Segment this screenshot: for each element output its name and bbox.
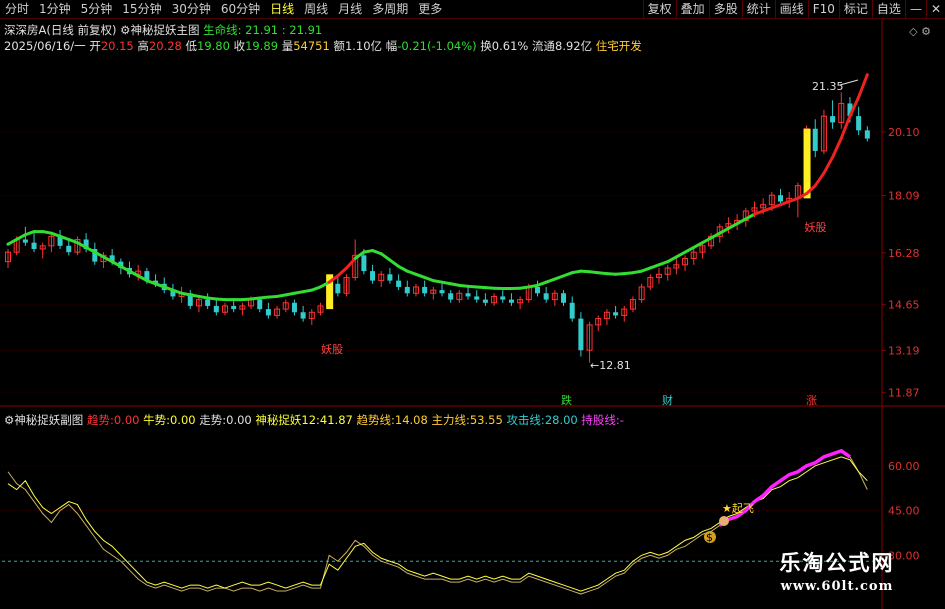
sub-line-1	[7, 456, 868, 592]
candle-body	[361, 255, 367, 272]
coin-icon-text: $	[706, 531, 713, 544]
candle-body	[508, 299, 514, 303]
candle-body	[257, 299, 263, 310]
candle-body	[439, 290, 445, 294]
watermark-title: 乐淘公式网	[779, 551, 895, 575]
sub-y-axis-label: 45.00	[888, 505, 920, 518]
y-axis-label: 18.09	[888, 190, 920, 203]
life-line-segment	[345, 256, 357, 270]
candle-body	[213, 305, 219, 313]
die-marker: 跌	[561, 393, 572, 407]
candle-body	[569, 302, 575, 319]
candle-body	[370, 271, 376, 281]
candle-body	[864, 130, 870, 139]
candle-body	[578, 318, 584, 351]
candle-body	[335, 283, 341, 294]
yao-label-2: 妖股	[805, 220, 827, 234]
watermark: 乐淘公式网 www.60lt.com	[751, 547, 923, 605]
high-mark-label: 21.35	[812, 80, 844, 93]
candle-body	[66, 245, 72, 253]
candle-body	[265, 309, 271, 316]
candle-body	[500, 296, 506, 300]
y-axis-label: 13.19	[888, 345, 920, 358]
candle-body	[830, 116, 836, 123]
low-mark-label: ←12.81	[590, 359, 631, 372]
candle-body	[448, 293, 454, 300]
life-line-segment	[839, 114, 852, 140]
sub-line-2	[7, 450, 868, 595]
y-axis-label: 20.10	[888, 126, 920, 139]
candle-body	[778, 195, 784, 202]
candle-body	[231, 305, 237, 310]
y-axis-label: 14.65	[888, 298, 920, 311]
zhang-marker: 涨	[806, 394, 817, 407]
candle-body	[422, 286, 428, 294]
life-line-segment	[379, 252, 392, 262]
cai-marker: 财	[662, 393, 673, 407]
life-line-segment	[831, 136, 843, 159]
candle-body	[613, 312, 619, 316]
yao-signal-bar	[803, 128, 811, 199]
sub-y-axis-label: 60.00	[888, 460, 920, 473]
life-line-segment	[388, 258, 401, 268]
candle-body	[474, 296, 480, 300]
life-line-segment	[822, 155, 835, 175]
candle-body	[300, 312, 306, 319]
y-axis-label: 16.28	[888, 247, 920, 260]
candle-body	[561, 293, 567, 303]
watermark-url: www.60lt.com	[780, 579, 894, 594]
candle-body	[856, 116, 862, 131]
candle-body	[205, 299, 211, 306]
life-line-segment	[336, 266, 349, 278]
yao-label-1: 妖股	[321, 342, 343, 356]
hand-icon	[719, 516, 729, 526]
candle-body	[482, 299, 488, 303]
candle-body	[534, 286, 540, 294]
candle-body	[543, 293, 549, 300]
candle-body	[387, 274, 393, 281]
candle-body	[22, 239, 28, 243]
candle-body	[396, 280, 402, 287]
candle-body	[465, 293, 471, 297]
life-line-segment	[813, 171, 826, 188]
candle-body	[31, 242, 37, 249]
takeoff-label: ★起飞	[722, 502, 754, 515]
kline-chart[interactable]: 20.1018.0916.2814.6513.1911.87妖股妖股21.35←…	[0, 0, 945, 609]
life-line-segment	[857, 73, 869, 99]
candle-body	[812, 128, 818, 151]
candle-body	[404, 286, 410, 294]
candle-body	[291, 302, 297, 313]
y-axis-label: 11.87	[888, 386, 920, 399]
